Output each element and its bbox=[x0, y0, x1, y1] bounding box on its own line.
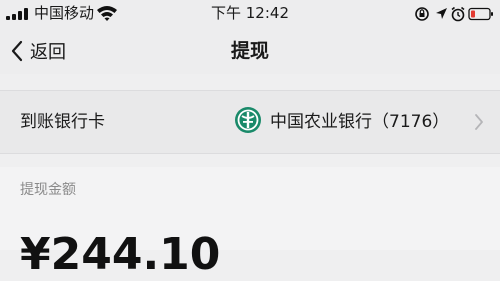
page-title: 提现 bbox=[230, 40, 269, 62]
card-row-label: 到账银行卡 bbox=[20, 112, 105, 132]
alarm-clock-icon bbox=[451, 6, 465, 22]
chevron-right-icon bbox=[475, 114, 483, 130]
bank-name: 中国农业银行（7176） bbox=[270, 112, 450, 132]
amount-input[interactable]: ¥244.10 bbox=[20, 229, 220, 281]
status-icons bbox=[414, 4, 494, 24]
abc-bank-logo-icon bbox=[235, 107, 261, 133]
location-arrow-icon bbox=[436, 8, 447, 19]
nav-bar: 返回 提现 bbox=[0, 28, 500, 74]
orientation-lock-icon bbox=[415, 7, 429, 21]
withdraw-amount-section: 提现金额 ¥244.10 bbox=[0, 167, 500, 280]
battery-low-icon bbox=[468, 7, 493, 21]
bank-card-selector[interactable]: 到账银行卡 中国农业银行（7176） bbox=[0, 90, 500, 154]
amount-label: 提现金额 bbox=[20, 182, 76, 198]
status-bar: 中国移动 下午 12:42 bbox=[0, 0, 500, 28]
